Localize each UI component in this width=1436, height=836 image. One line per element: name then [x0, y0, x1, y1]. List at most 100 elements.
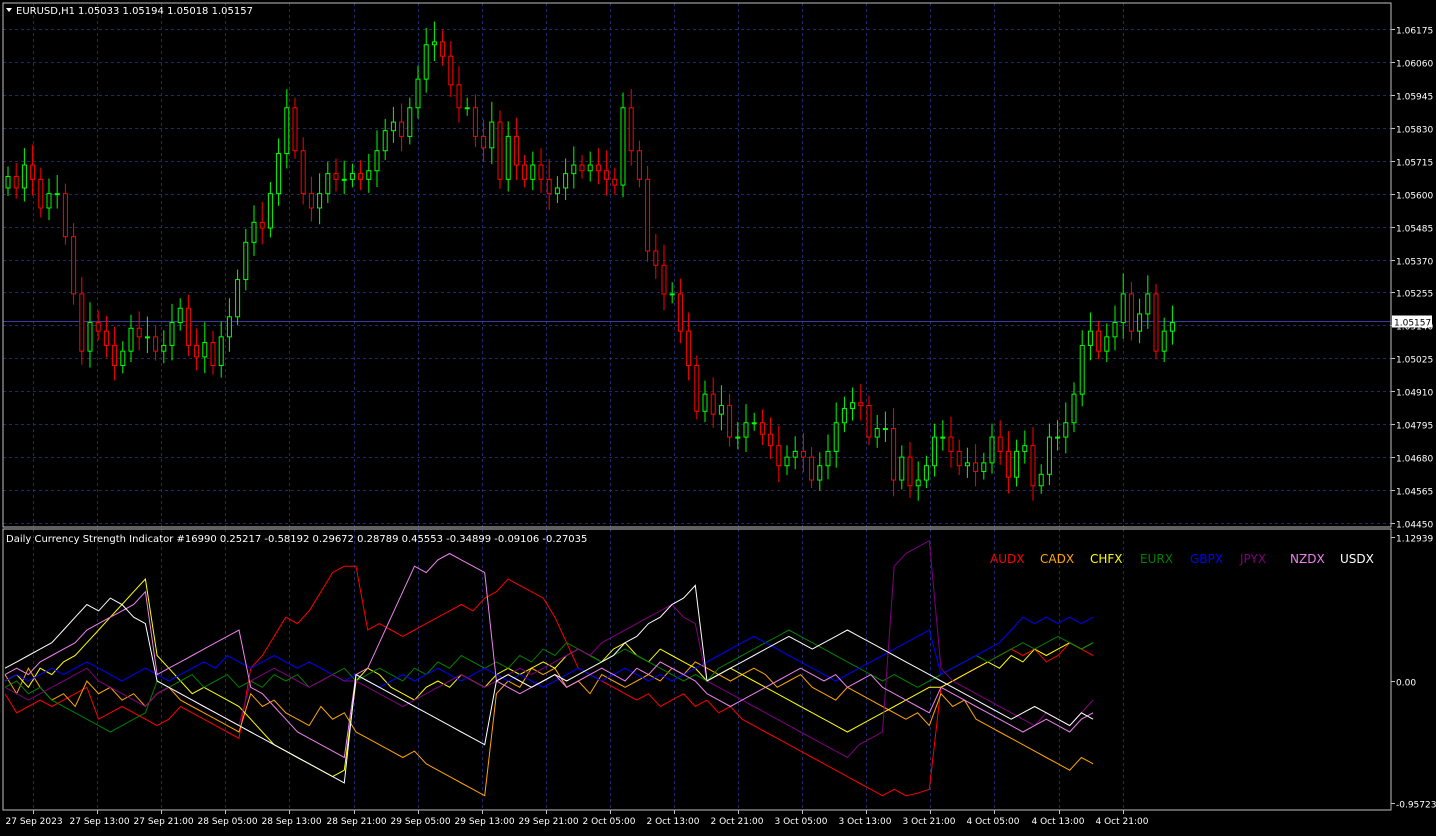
candle-body — [145, 337, 149, 338]
candle-body — [1080, 345, 1084, 394]
legend-item-gbpx: GBPX — [1190, 552, 1223, 566]
candle-body — [637, 151, 641, 180]
candle-body — [391, 122, 395, 131]
candle-body — [687, 331, 691, 365]
candle-body — [555, 188, 559, 194]
candle-body — [654, 251, 658, 265]
legend-item-usdx: USDX — [1340, 552, 1374, 566]
candle-body — [596, 165, 600, 171]
candle-body — [482, 136, 486, 147]
price-tick-label: 1.05485 — [1396, 225, 1433, 235]
candle-body — [810, 457, 814, 480]
candle-body — [883, 428, 887, 429]
candle-body — [769, 434, 773, 445]
time-tick-label: 28 Sep 13:00 — [262, 817, 322, 827]
candle-body — [359, 174, 363, 180]
mt4-chart-window[interactable]: 1.061751.060601.059451.058301.057151.056… — [0, 0, 1436, 832]
candle — [1154, 284, 1158, 359]
candle-body — [941, 437, 945, 438]
price-tick-label: 1.06175 — [1396, 27, 1433, 37]
time-tick-label: 4 Oct 21:00 — [1096, 817, 1149, 827]
time-tick-label: 2 Oct 21:00 — [711, 817, 764, 827]
candle-body — [367, 171, 371, 180]
candle-body — [1105, 337, 1109, 351]
price-tick-label: 1.04450 — [1396, 521, 1433, 531]
legend-item-nzdx: NZDX — [1290, 552, 1325, 566]
candle-body — [465, 108, 469, 109]
main-header: EURUSD,H1 1.05033 1.05194 1.05018 1.0515… — [6, 6, 253, 17]
price-tick-label: 1.04795 — [1396, 422, 1433, 432]
candle-body — [933, 437, 937, 466]
candle-body — [457, 85, 461, 108]
candle-body — [121, 351, 125, 365]
candle-body — [908, 457, 912, 486]
candle-body — [744, 423, 748, 437]
indicator-tick-label: -0.95723 — [1396, 801, 1436, 811]
legend-item-cadx: CADX — [1040, 552, 1074, 566]
candle-body — [588, 165, 592, 171]
candle-body — [326, 174, 330, 194]
candle-body — [1015, 451, 1019, 477]
candle-body — [564, 174, 568, 188]
time-tick-label: 29 Sep 13:00 — [455, 817, 515, 827]
candle-body — [572, 165, 576, 174]
candle-body — [531, 165, 535, 179]
candle-body — [80, 294, 84, 351]
candle-body — [449, 56, 453, 85]
time-tick-label: 3 Oct 05:00 — [775, 817, 828, 827]
price-tick-label: 1.05025 — [1396, 356, 1433, 366]
candle-body — [400, 122, 404, 136]
candle-body — [268, 194, 272, 228]
candle-body — [1154, 294, 1158, 351]
candle — [498, 110, 502, 188]
time-tick-label: 4 Oct 13:00 — [1032, 817, 1085, 827]
candle-body — [506, 136, 510, 179]
candle-body — [432, 42, 436, 45]
candle-body — [55, 194, 59, 195]
candle-body — [998, 437, 1002, 451]
candle-body — [539, 165, 543, 179]
candle-body — [580, 165, 584, 171]
candle-body — [277, 154, 281, 194]
time-tick-label: 27 Sep 21:00 — [134, 817, 194, 827]
main-header-symbol: EURUSD,H1 — [16, 6, 75, 17]
candle-body — [252, 222, 256, 242]
candle-body — [1138, 314, 1142, 331]
candle-body — [1097, 331, 1101, 351]
candle-body — [424, 45, 428, 79]
candle-body — [14, 176, 18, 187]
legend-item-jpyx: JPYX — [1239, 552, 1266, 566]
candle-body — [982, 463, 986, 472]
time-tick-label: 3 Oct 21:00 — [903, 817, 956, 827]
candle-body — [441, 42, 445, 56]
candle-body — [63, 194, 67, 237]
candle-body — [350, 174, 354, 180]
candle-body — [736, 437, 740, 438]
candle-body — [72, 237, 76, 294]
candle-body — [629, 108, 633, 151]
price-tick-label: 1.05255 — [1396, 290, 1433, 300]
candle-body — [104, 331, 108, 345]
price-tick-label: 1.05715 — [1396, 159, 1433, 169]
candle-body — [957, 451, 961, 465]
candle-body — [39, 179, 43, 208]
candle-body — [22, 165, 26, 188]
candle-body — [154, 337, 158, 351]
chart-canvas[interactable]: 1.061751.060601.059451.058301.057151.056… — [0, 0, 1436, 832]
time-tick-label: 29 Sep 21:00 — [519, 817, 579, 827]
candle-body — [613, 179, 617, 185]
time-tick-label: 29 Sep 05:00 — [391, 817, 451, 827]
candle-body — [695, 365, 699, 411]
price-tick-label: 1.05600 — [1396, 192, 1433, 202]
candle-body — [1056, 437, 1060, 438]
candle-body — [1047, 437, 1051, 474]
candle-body — [162, 345, 166, 351]
candle-body — [859, 403, 863, 406]
candle — [621, 93, 625, 198]
price-tick-label: 1.06060 — [1396, 60, 1433, 70]
candle-body — [203, 343, 207, 357]
candle-body — [842, 408, 846, 422]
legend-item-eurx: EURX — [1140, 552, 1173, 566]
candle-body — [1113, 323, 1117, 337]
candle-body — [88, 323, 92, 352]
